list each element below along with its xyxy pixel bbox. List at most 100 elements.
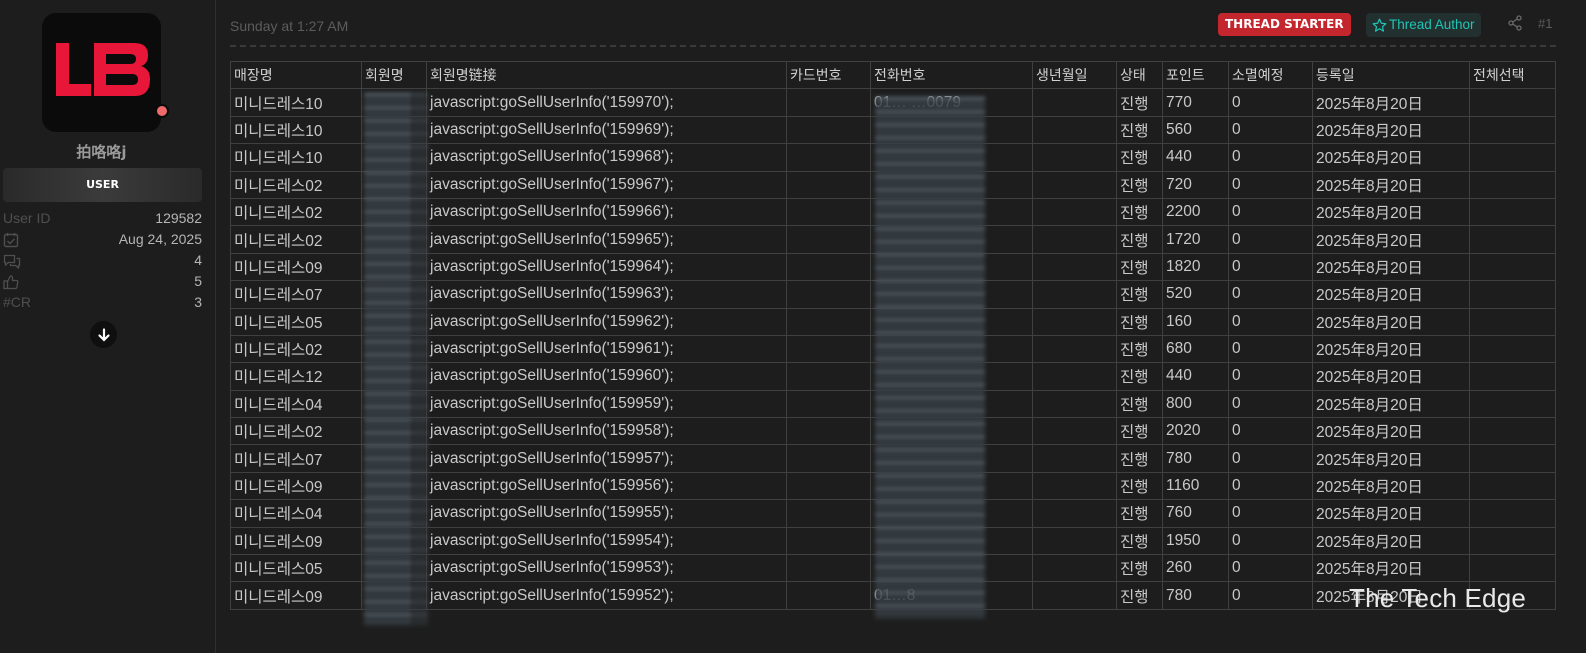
stat-label: User ID: [3, 210, 51, 226]
cell-member-link: javascript:goSellUserInfo('159958');: [426, 417, 787, 446]
cell-points: 780: [1162, 581, 1229, 610]
cell-birthdate: [1032, 280, 1117, 309]
thread-starter-badge: THREAD STARTER: [1218, 13, 1351, 36]
stat-reactions: 5: [3, 273, 202, 293]
cell-card-number: [786, 526, 871, 556]
cell-select[interactable]: [1469, 471, 1556, 501]
cell-birthdate: [1032, 389, 1117, 419]
post-date[interactable]: Sunday at 1:27 AM: [230, 18, 348, 34]
header-phone: 전화번호: [870, 60, 1033, 90]
thread-author-label: Thread Author: [1389, 17, 1475, 32]
cell-member-link: javascript:goSellUserInfo('159967');: [426, 170, 787, 199]
cell-registered: 2025年8月20日: [1312, 225, 1470, 254]
cell-birthdate: [1032, 88, 1117, 117]
cell-points: 2020: [1162, 417, 1229, 446]
cell-card-number: [786, 417, 871, 446]
cell-status: 진행: [1116, 197, 1163, 227]
cell-expiring: 0: [1228, 362, 1313, 391]
cell-select[interactable]: [1469, 170, 1556, 199]
cell-select[interactable]: [1469, 334, 1556, 364]
cell-card-number: [786, 170, 871, 199]
cell-birthdate: [1032, 526, 1117, 556]
cell-store: 미니드레스05: [230, 307, 362, 336]
avatar[interactable]: [42, 13, 161, 132]
cell-expiring: 0: [1228, 581, 1313, 610]
redaction-blur-phone: [875, 96, 985, 618]
cell-select[interactable]: [1469, 88, 1556, 117]
stat-cr: #CR 3: [3, 294, 202, 314]
cell-points: 680: [1162, 334, 1229, 364]
cell-store: 미니드레스07: [230, 280, 362, 309]
messages-icon: [3, 254, 21, 269]
cell-member-link: javascript:goSellUserInfo('159957');: [426, 444, 787, 473]
share-icon[interactable]: [1507, 15, 1523, 31]
cell-birthdate: [1032, 554, 1117, 583]
cell-select[interactable]: [1469, 143, 1556, 172]
cell-select[interactable]: [1469, 554, 1556, 583]
redaction-blur-edge: [412, 92, 428, 626]
cell-status: 진행: [1116, 115, 1163, 145]
cell-select[interactable]: [1469, 197, 1556, 227]
header-birthdate: 생년월일: [1032, 60, 1117, 90]
thread-author-badge: Thread Author: [1366, 13, 1481, 37]
stat-user-id: User ID 129582: [3, 210, 202, 230]
cell-card-number: [786, 554, 871, 583]
cell-store: 미니드레스09: [230, 526, 362, 556]
cell-registered: 2025年8月20日: [1312, 362, 1470, 391]
post-number-link[interactable]: #1: [1538, 16, 1552, 31]
cell-select[interactable]: [1469, 499, 1556, 528]
cell-expiring: 0: [1228, 417, 1313, 446]
cell-registered: 2025年8月20日: [1312, 334, 1470, 364]
cell-select[interactable]: [1469, 225, 1556, 254]
cell-birthdate: [1032, 252, 1117, 282]
cell-birthdate: [1032, 471, 1117, 501]
cell-member-link: javascript:goSellUserInfo('159952');: [426, 581, 787, 610]
stat-messages: 4: [3, 252, 202, 272]
role-badge: USER: [3, 168, 202, 202]
cell-select[interactable]: [1469, 526, 1556, 556]
cell-status: 진행: [1116, 170, 1163, 199]
cell-points: 260: [1162, 554, 1229, 583]
cell-member-link: javascript:goSellUserInfo('159966');: [426, 197, 787, 227]
cell-card-number: [786, 307, 871, 336]
cell-expiring: 0: [1228, 252, 1313, 282]
cell-member-link: javascript:goSellUserInfo('159962');: [426, 307, 787, 336]
cell-status: 진행: [1116, 362, 1163, 391]
cell-select[interactable]: [1469, 252, 1556, 282]
cell-select[interactable]: [1469, 417, 1556, 446]
cell-points: 780: [1162, 444, 1229, 473]
cell-registered: 2025年8月20日: [1312, 197, 1470, 227]
cell-select[interactable]: [1469, 307, 1556, 336]
header-select-all: 전체선택: [1469, 60, 1556, 90]
cell-points: 1720: [1162, 225, 1229, 254]
cell-card-number: [786, 197, 871, 227]
table-header-row: 매장명 회원명 회원명链接 카드번호 전화번호 생년월일 상태 포인트 소멸예정…: [230, 60, 1556, 90]
cell-card-number: [786, 581, 871, 610]
cell-store: 미니드레스10: [230, 115, 362, 145]
cell-birthdate: [1032, 197, 1117, 227]
cell-member-link: javascript:goSellUserInfo('159964');: [426, 252, 787, 282]
cell-expiring: 0: [1228, 554, 1313, 583]
cell-store: 미니드레스05: [230, 554, 362, 583]
cell-store: 미니드레스02: [230, 334, 362, 364]
cell-select[interactable]: [1469, 362, 1556, 391]
post-divider: [230, 45, 1556, 47]
cell-card-number: [786, 499, 871, 528]
cell-select[interactable]: [1469, 444, 1556, 473]
cell-card-number: [786, 88, 871, 117]
cell-points: 2200: [1162, 197, 1229, 227]
cell-card-number: [786, 444, 871, 473]
cell-select[interactable]: [1469, 389, 1556, 419]
cell-select[interactable]: [1469, 280, 1556, 309]
cell-store: 미니드레스09: [230, 471, 362, 501]
username[interactable]: 拍咯咯j: [0, 141, 203, 162]
star-icon: [1372, 18, 1387, 32]
cell-expiring: 0: [1228, 197, 1313, 227]
cell-points: 440: [1162, 143, 1229, 172]
cell-store: 미니드레스02: [230, 170, 362, 199]
watermark-text: The Tech Edge: [1349, 583, 1527, 613]
cell-select[interactable]: [1469, 115, 1556, 145]
expand-button[interactable]: [90, 321, 117, 348]
cell-expiring: 0: [1228, 526, 1313, 556]
header-store: 매장명: [230, 60, 362, 90]
